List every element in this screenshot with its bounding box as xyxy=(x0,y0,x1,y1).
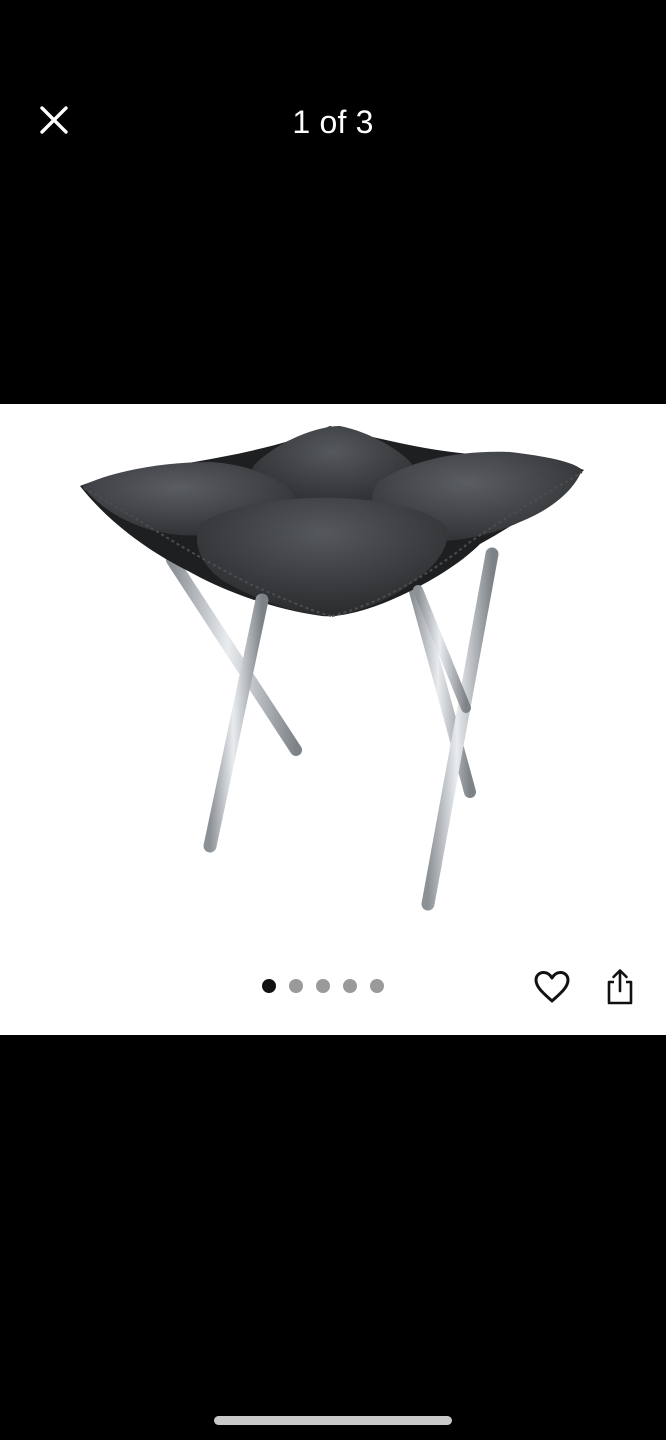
pagination-dot-5[interactable] xyxy=(370,979,384,993)
image-counter: 1 of 3 xyxy=(292,104,374,140)
pagination-dot-3[interactable] xyxy=(316,979,330,993)
share-icon xyxy=(607,969,633,1005)
pagination-dot-1[interactable] xyxy=(262,979,276,993)
viewer-header: 1 of 3 xyxy=(0,0,666,404)
image-panel xyxy=(0,404,666,1035)
favorite-button[interactable] xyxy=(530,966,574,1008)
viewer-footer xyxy=(0,1035,666,1440)
pagination-dots xyxy=(262,976,384,996)
pagination-dot-4[interactable] xyxy=(343,979,357,993)
share-button[interactable] xyxy=(600,964,640,1010)
product-image[interactable] xyxy=(0,404,666,944)
home-indicator[interactable] xyxy=(214,1416,452,1425)
pagination-dot-2[interactable] xyxy=(289,979,303,993)
heart-outline-icon xyxy=(534,971,570,1003)
cushion-front-pillow xyxy=(196,497,448,616)
